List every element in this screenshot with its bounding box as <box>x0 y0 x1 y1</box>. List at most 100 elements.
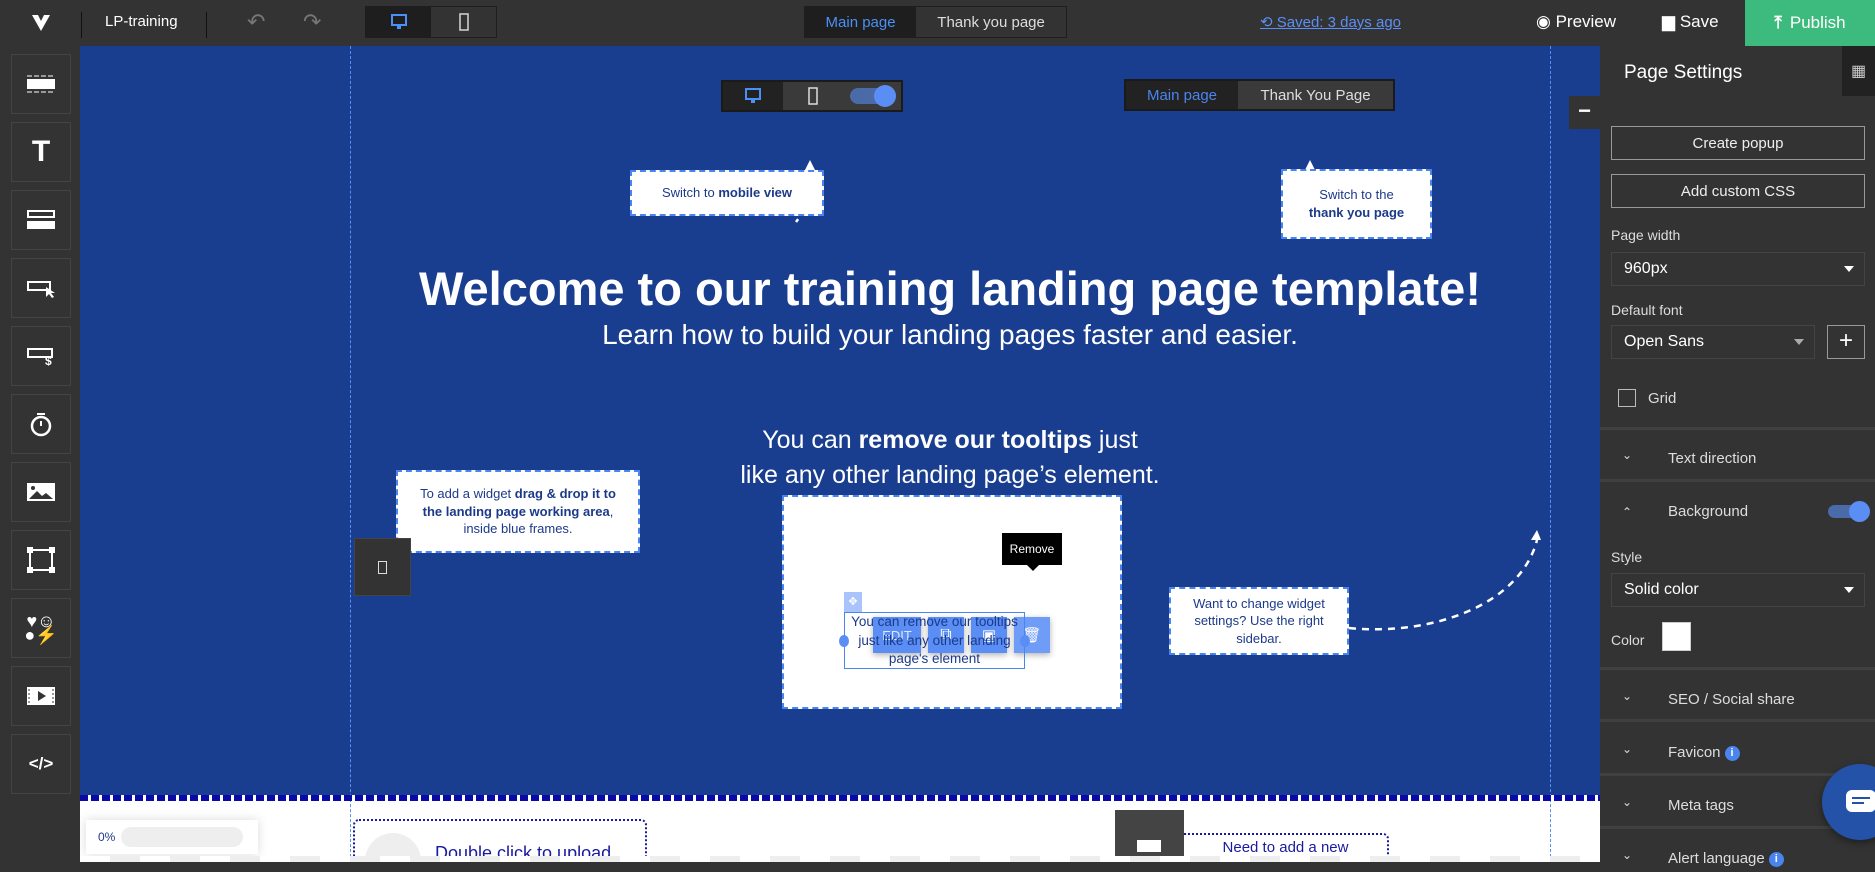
history-icon: ⟲ <box>1260 14 1273 31</box>
widget-video[interactable] <box>11 666 71 726</box>
page-subheading[interactable]: Learn how to build your landing pages fa… <box>350 319 1550 351</box>
tooltip-settings[interactable]: Want to change widget settings? Use the … <box>1169 587 1349 655</box>
preview-button[interactable]: ◉ Preview <box>1536 12 1616 32</box>
color-label: Color <box>1611 632 1645 648</box>
section-favicon[interactable]: ⌄ Favicon i <box>1600 740 1875 766</box>
tooltip-text: Switch to mobile view <box>661 185 793 201</box>
undo-icon[interactable]: ↶ <box>247 9 265 35</box>
saved-link[interactable]: ⟲ Saved: 3 days ago <box>1260 13 1401 31</box>
section-icon <box>27 75 55 93</box>
tooltip-text-bold: thank you page <box>1308 205 1405 220</box>
move-handle-icon[interactable]: ✥ <box>844 592 862 612</box>
progress-label: 0% <box>98 830 116 844</box>
widget-button[interactable] <box>11 258 71 318</box>
widget-box[interactable] <box>11 530 71 590</box>
resize-handle-right[interactable] <box>1020 635 1030 647</box>
tooltip-text: Switch to the <box>1319 187 1394 203</box>
svg-text:$: $ <box>45 354 52 366</box>
progress-widget[interactable]: 0% <box>86 820 258 854</box>
caret-down-icon <box>1794 339 1804 345</box>
page-width-label: Page width <box>1611 227 1681 243</box>
progress-bar <box>121 827 244 847</box>
settings-panel: Page Settings ▦ Create popup Add custom … <box>1600 46 1875 867</box>
add-custom-css-button[interactable]: Add custom CSS <box>1611 174 1865 208</box>
button-cursor-icon <box>27 281 55 298</box>
desktop-view-button[interactable] <box>366 7 431 37</box>
info-icon: i <box>1768 852 1784 867</box>
save-label: Save <box>1679 12 1719 31</box>
widget-image[interactable] <box>11 462 71 522</box>
publish-label: Publish <box>1789 13 1846 32</box>
section-background[interactable]: ⌃ Background <box>1600 499 1875 525</box>
grid-menu-icon[interactable]: ▦ <box>1842 46 1875 96</box>
tab-thank-you-page[interactable]: Thank you page <box>916 7 1066 37</box>
chat-icon <box>1846 790 1875 812</box>
placeholder-icon <box>378 560 387 574</box>
default-font-select[interactable]: Open Sans <box>1611 325 1815 359</box>
chevron-down-icon: ⌄ <box>1622 689 1633 703</box>
redo-icon[interactable]: ↷ <box>303 9 321 35</box>
icons-icon: ♥☺ ●⚡ <box>24 611 58 645</box>
saved-label: Saved: 3 days ago <box>1276 14 1402 31</box>
style-select[interactable]: Solid color <box>1611 573 1865 607</box>
widget-form[interactable] <box>11 190 71 250</box>
publish-button[interactable]: ⤒ Publish <box>1745 0 1875 46</box>
chevron-down-icon: ⌄ <box>1622 448 1633 462</box>
chevron-down-icon: ⌄ <box>1622 795 1633 809</box>
arrow-settings <box>1348 539 1539 631</box>
mobile-view-button[interactable] <box>431 7 496 37</box>
page-heading[interactable]: Welcome to our training landing page tem… <box>350 261 1550 316</box>
remove-tooltips-text[interactable]: You can remove our tooltips just like any… <box>550 423 1350 493</box>
panel-title: Page Settings <box>1624 62 1743 83</box>
color-swatch[interactable] <box>1662 622 1691 651</box>
widget-icons[interactable]: ♥☺ ●⚡ <box>11 598 71 658</box>
image-icon <box>27 483 55 501</box>
tab-main-page[interactable]: Main page <box>805 7 917 37</box>
create-popup-button[interactable]: Create popup <box>1611 126 1865 160</box>
resize-handle-left[interactable] <box>839 635 849 647</box>
drag-widget-ghost[interactable] <box>354 538 411 596</box>
project-name[interactable]: LP-training <box>105 13 178 30</box>
tooltip-drag-drop[interactable]: To add a widget drag & drop it to the la… <box>396 470 640 553</box>
remove-tooltip: Remove <box>1002 533 1062 565</box>
grid-label: Grid <box>1648 390 1677 407</box>
code-icon: </> <box>28 754 54 773</box>
widget-custom-code[interactable]: </> <box>11 734 71 794</box>
floppy-icon: ▆ <box>1662 12 1676 31</box>
white-box-widget[interactable] <box>782 495 1122 709</box>
top-bar: LP-training ↶ ↷ Main page Thank you page… <box>0 0 1875 46</box>
section-alert-language[interactable]: ⌄ Alert language i <box>1600 846 1875 872</box>
page-tabs: Main page Thank you page <box>804 6 1067 38</box>
widget-sidebar: T $ ♥☺ ●⚡ </> <box>0 46 80 862</box>
collapse-panel-button[interactable]: − <box>1569 96 1600 129</box>
section-seo[interactable]: ⌄ SEO / Social share <box>1600 687 1875 713</box>
widget-timer[interactable] <box>11 394 71 454</box>
box-icon <box>27 547 55 573</box>
add-font-button[interactable]: + <box>1827 325 1865 359</box>
preview-label: Preview <box>1555 12 1617 31</box>
tooltip-mobile-view[interactable]: Switch to mobile view <box>630 170 824 216</box>
section-border <box>80 795 1600 801</box>
chevron-down-icon: ⌄ <box>1622 848 1633 862</box>
dotted-grid <box>80 856 1600 862</box>
page-width-select[interactable]: 960px <box>1611 252 1865 286</box>
widget-text[interactable]: T <box>11 122 71 182</box>
tooltip-text: To add a widget drag & drop it to the la… <box>420 486 616 537</box>
chevron-down-icon: ⌄ <box>1622 742 1633 756</box>
widget-payment-button[interactable]: $ <box>11 326 71 386</box>
tooltip-thank-you[interactable]: Switch to the thank you page <box>1281 169 1432 239</box>
chevron-up-icon: ⌃ <box>1622 505 1633 519</box>
style-label: Style <box>1611 549 1643 565</box>
logo-icon[interactable] <box>30 11 52 33</box>
grid-checkbox[interactable] <box>1618 389 1636 407</box>
form-icon <box>27 210 55 229</box>
selected-text-widget[interactable]: You can remove our tooltips just like an… <box>844 612 1025 669</box>
background-toggle[interactable] <box>1828 501 1870 522</box>
section-text-direction[interactable]: ⌄ Text direction <box>1600 446 1875 472</box>
tooltip-pointer <box>1027 565 1039 571</box>
upload-icon: ⤒ <box>1774 13 1782 32</box>
save-button[interactable]: ▆ Save <box>1662 12 1719 32</box>
section-widget-ghost[interactable] <box>1115 810 1184 862</box>
widget-section[interactable] <box>11 54 71 114</box>
canvas[interactable]: Main page Thank You Page Switch to mobil… <box>80 46 1600 862</box>
